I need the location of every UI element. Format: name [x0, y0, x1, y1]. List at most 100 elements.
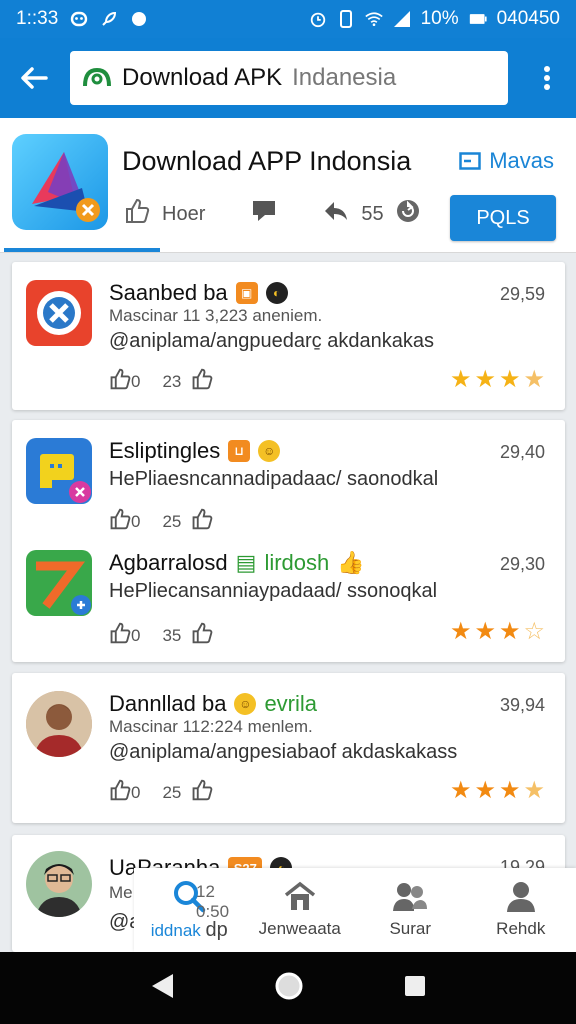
star-icon: ★: [498, 366, 521, 393]
nav-label-text: iddnak: [150, 920, 201, 940]
arrow-left-icon: [21, 67, 48, 89]
app-name: Saanbed ba ▣ ◐: [109, 280, 288, 306]
rocket-icon: [100, 10, 118, 28]
app-stats: 0 25: [109, 508, 213, 535]
status-bar: 1::33 10% 040450: [0, 0, 576, 38]
system-navigation-bar: [0, 952, 576, 1024]
alarm-icon: [309, 10, 327, 28]
refresh-icon[interactable]: [396, 199, 420, 229]
notification-dot-icon: [130, 10, 148, 28]
more-apps-label: Mavas: [489, 148, 554, 173]
stat-count: 25: [162, 511, 182, 531]
app-score: 39,94: [499, 695, 545, 715]
status-time: 1::33: [16, 8, 59, 29]
orange-badge-icon: ⊔: [228, 440, 251, 462]
orange-badge-icon: ▣: [235, 282, 258, 304]
rating-stars: ★ ★ ★ ★: [450, 779, 545, 803]
thumbs-up-icon[interactable]: [109, 779, 131, 806]
launch-arrow-icon: [26, 550, 92, 616]
like-count: 0: [131, 625, 141, 645]
profile-icon: [506, 882, 535, 912]
app-score: 29,59: [499, 284, 545, 304]
app-score: 29,40: [499, 442, 545, 462]
vibrate-icon: [337, 10, 355, 28]
recents-square-icon[interactable]: [403, 974, 427, 1003]
nav-item-profile[interactable]: Rehdk: [466, 868, 576, 952]
search-value: Indanesia: [292, 64, 397, 91]
battery-icon: [469, 10, 487, 28]
thumbs-up-icon[interactable]: [191, 368, 213, 395]
app-card: Esliptingles ⊔ ☺ 29,40 HePliaesncannadip…: [12, 420, 565, 662]
back-triangle-icon[interactable]: [149, 972, 175, 1005]
more-options-button[interactable]: [532, 58, 562, 98]
thumbs-up-icon[interactable]: [109, 508, 131, 535]
emoji-icon: ☺: [234, 693, 257, 715]
header-actions: Hoer 55: [124, 198, 420, 230]
list-item[interactable]: Saanbed ba ▣ ◐ 29,59 Mascinar 11 3,223 a…: [12, 262, 565, 410]
thumbs-up-icon[interactable]: [109, 368, 131, 395]
nav-item-users[interactable]: Surar: [355, 868, 466, 952]
list-item[interactable]: Esliptingles ⊔ ☺ 29,40 HePliaesncannadip…: [12, 420, 565, 540]
app-score: 29,30: [499, 554, 545, 574]
star-icon: ★: [474, 618, 496, 645]
star-icon: ★: [449, 618, 472, 645]
stat-count: 25: [162, 782, 182, 802]
list-item[interactable]: Agbarralosd ▤ lirdosh 👍 29,30 HePliecans…: [12, 532, 565, 662]
user-avatar-icon: [26, 851, 92, 917]
app-description: HePliecansanniaypadaad/ ssonoqkal: [109, 580, 438, 602]
app-card: Saanbed ba ▣ ◐ 29,59 Mascinar 11 3,223 a…: [12, 262, 565, 410]
thumbs-up-icon[interactable]: [191, 508, 213, 535]
overlay-time: 12 0:50: [196, 882, 230, 921]
back-button[interactable]: [14, 58, 54, 98]
thumbs-up-icon[interactable]: [109, 622, 131, 649]
app-name: Agbarralosd ▤ lirdosh 👍: [109, 550, 365, 576]
search-input[interactable]: Download APK Indanesia: [70, 51, 508, 105]
comment-icon[interactable]: [251, 199, 277, 229]
user-avatar-icon: [26, 691, 92, 757]
app-subtitle: Mascinar 112:224 menlem.: [109, 717, 313, 736]
app-stats: 0 23: [109, 368, 213, 395]
app-description: @aniplama/angpesiabaof akdaskakass: [109, 741, 458, 763]
app-description: @aniplama/angpuedarc̱ akdankakas: [109, 330, 434, 352]
app-bar: Download APK Indanesia: [0, 38, 576, 118]
thumbs-up-icon[interactable]: [191, 622, 213, 649]
android-icon: [82, 64, 112, 93]
thumbs-up-icon[interactable]: [191, 779, 213, 806]
nav-label: Rehdk: [496, 919, 546, 938]
star-half-icon: ☆: [523, 618, 545, 645]
wifi-icon: [364, 10, 383, 28]
window-icon: [459, 152, 481, 170]
carrier-text: 040450: [496, 8, 560, 29]
star-icon: ★: [449, 366, 472, 393]
install-button[interactable]: PQLS: [450, 195, 556, 241]
thumbs-up-icon[interactable]: [124, 198, 150, 230]
stat-count: 35: [162, 625, 182, 645]
star-icon: ★: [474, 777, 496, 804]
star-half-icon: ★: [523, 366, 545, 393]
like-count: 0: [131, 371, 141, 391]
star-icon: ★: [474, 366, 496, 393]
users-icon: [393, 883, 428, 911]
app-name: Dannllad ba ☺ evrila: [109, 691, 317, 717]
like-label: Hoer: [162, 202, 206, 225]
nav-item-search[interactable]: iddnak dp 12 0:50: [134, 868, 245, 952]
nav-item-home[interactable]: Jenweaata: [245, 868, 356, 952]
nav-label: Jenweaata: [258, 919, 341, 938]
more-vertical-icon: [544, 66, 550, 90]
rating-stars: ★ ★ ★ ☆: [450, 620, 545, 644]
share-arrow-icon[interactable]: [323, 200, 349, 228]
bottom-navigation: iddnak dp 12 0:50 Jenweaata Surar Rehdk: [134, 868, 576, 952]
app-description: HePliaesncannadipadaac/ saonodkal: [109, 468, 439, 490]
star-icon: ★: [498, 777, 521, 804]
more-apps-link[interactable]: Mavas: [459, 148, 554, 174]
share-count: 55: [361, 202, 384, 225]
app-title: Download APP Indonsia: [122, 146, 412, 176]
app-name-text: Dannllad ba: [109, 691, 227, 716]
app-name-text: Agbarralosd: [109, 550, 228, 575]
app-name-text: Esliptingles: [109, 438, 221, 463]
list-item[interactable]: Dannllad ba ☺ evrila 39,94 Mascinar 112:…: [12, 673, 565, 823]
app-stats: 0 25: [109, 779, 213, 806]
app-tag: evrila: [264, 691, 318, 716]
stat-count: 23: [162, 371, 182, 391]
home-circle-icon[interactable]: [274, 971, 304, 1006]
